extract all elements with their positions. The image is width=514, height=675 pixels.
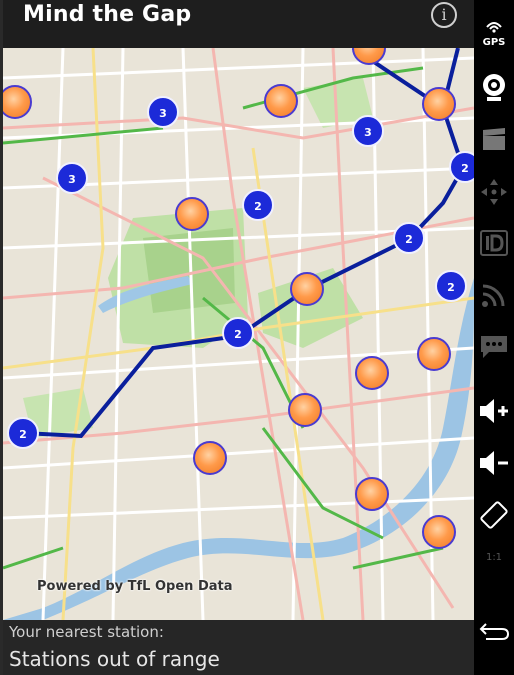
cluster-marker[interactable]: 2 [435, 270, 467, 302]
station-marker[interactable] [417, 337, 451, 371]
gps-label: GPS [482, 37, 506, 48]
cluster-marker[interactable]: 2 [242, 189, 274, 221]
cluster-marker[interactable]: 2 [222, 317, 254, 349]
station-marker[interactable] [264, 84, 298, 118]
station-marker[interactable] [355, 356, 389, 390]
dpad-icon[interactable] [474, 178, 514, 210]
app-title: Mind the Gap [23, 2, 192, 27]
nearest-station-label: Your nearest station: [9, 623, 164, 641]
info-icon[interactable]: i [431, 2, 457, 28]
station-marker[interactable] [175, 197, 209, 231]
cluster-marker[interactable]: 3 [352, 115, 384, 147]
cluster-marker[interactable]: 3 [56, 162, 88, 194]
volume-down-icon[interactable] [474, 449, 514, 481]
rss-icon[interactable] [474, 282, 514, 312]
rotate-icon[interactable] [474, 500, 514, 534]
map-attribution: Powered by TfL Open Data [37, 579, 233, 594]
cluster-marker[interactable]: 2 [393, 222, 425, 254]
chat-icon[interactable] [474, 334, 514, 364]
station-marker[interactable] [290, 272, 324, 306]
station-marker[interactable] [193, 441, 227, 475]
scale-icon[interactable]: 1:1 [474, 552, 514, 563]
nearest-station-panel: Your nearest station: Stations out of ra… [3, 620, 474, 675]
station-marker[interactable] [288, 393, 322, 427]
station-marker[interactable] [422, 87, 456, 121]
map-view[interactable]: Powered by TfL Open Data 3 3 3 2 2 2 2 2… [3, 48, 474, 620]
cluster-marker[interactable]: 2 [7, 417, 39, 449]
back-icon[interactable] [474, 620, 514, 646]
volume-up-icon[interactable] [474, 397, 514, 429]
cluster-marker[interactable]: 3 [147, 96, 179, 128]
emulator-side-rail: GPS 1:1 [474, 0, 514, 675]
cluster-marker[interactable]: 2 [449, 151, 474, 183]
station-marker[interactable] [422, 515, 456, 549]
camera-icon[interactable] [474, 72, 514, 106]
scale-label: 1:1 [485, 552, 503, 563]
clapperboard-icon[interactable] [474, 128, 514, 156]
app-bar: Mind the Gap i [3, 0, 474, 48]
nearest-station-value: Stations out of range [9, 647, 220, 671]
station-marker[interactable] [355, 477, 389, 511]
gps-icon[interactable]: GPS [474, 18, 514, 48]
id-icon[interactable] [474, 230, 514, 260]
